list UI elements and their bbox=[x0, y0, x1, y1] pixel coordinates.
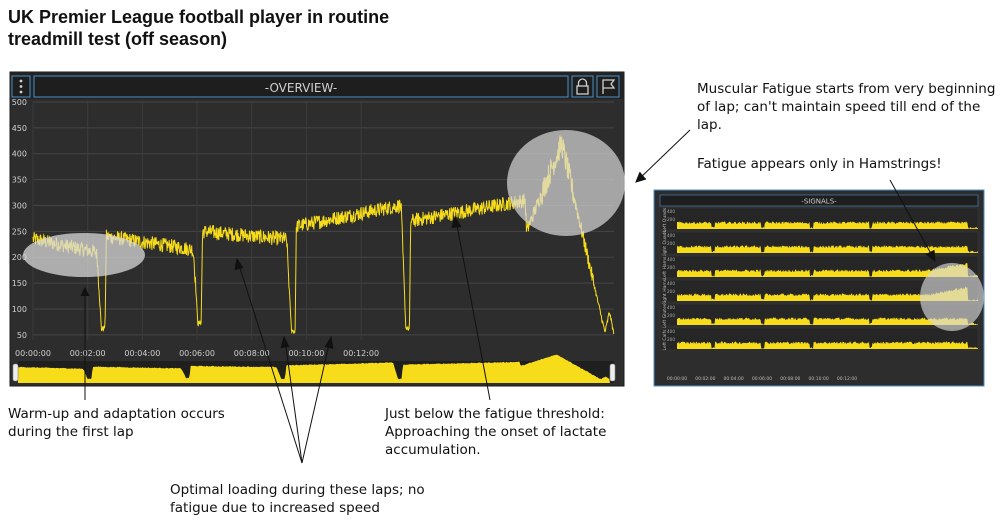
annotation-warmup: Warm-up and adaptation occurs during the… bbox=[8, 406, 225, 440]
signal-tick-label: 400 bbox=[667, 305, 675, 310]
annotation-optimal: Optimal loading during these laps; no fa… bbox=[170, 482, 425, 516]
x-tick-label: 00:12:00 bbox=[343, 349, 379, 358]
signal-x-tick-label: 00:02:00 bbox=[695, 376, 715, 382]
y-tick-label: 500 bbox=[12, 98, 27, 107]
signal-tick-label: 400 bbox=[667, 329, 675, 334]
x-tick-label: 00:10:00 bbox=[288, 349, 324, 358]
signal-x-tick-label: 00:06:00 bbox=[752, 376, 772, 382]
signal-tick-label: 200 bbox=[667, 217, 675, 222]
signals-x-axis: 00:00:00 00:02:00 00:04:00 00:06:00 00:08:00… bbox=[667, 376, 857, 382]
signal-tick-label: 400 bbox=[667, 233, 675, 238]
lock-button[interactable] bbox=[571, 75, 594, 98]
x-tick-label: 00:02:00 bbox=[70, 349, 106, 358]
x-tick-label: 00:08:00 bbox=[234, 349, 270, 358]
signal-x-tick-label: 00:10:00 bbox=[809, 376, 829, 382]
x-tick-label: 00:04:00 bbox=[124, 349, 160, 358]
signal-tick-label: 400 bbox=[667, 257, 675, 262]
signal-tick-label: 200 bbox=[667, 337, 675, 342]
signal-row: Left Quads 400200 bbox=[659, 207, 979, 232]
signal-tick-label: 200 bbox=[667, 265, 675, 270]
annotation-threshold: Just below the fatigue threshold: Approa… bbox=[385, 406, 607, 458]
signal-tick-label: 200 bbox=[667, 313, 675, 318]
warmup-highlight bbox=[23, 233, 145, 277]
signal-tick-label: 200 bbox=[667, 241, 675, 246]
signal-tick-label: 400 bbox=[667, 281, 675, 286]
signal-row: Left Calfs 400200 bbox=[659, 327, 979, 350]
annotation-muscular: Muscular Fatigue starts from very beginn… bbox=[697, 81, 996, 133]
x-tick-label: 00:06:00 bbox=[179, 349, 215, 358]
fatigue-highlight bbox=[507, 130, 625, 236]
signal-x-tick-label: 00:12:00 bbox=[837, 376, 857, 382]
y-tick-label: 150 bbox=[12, 279, 27, 288]
navigator-handle-left[interactable] bbox=[12, 363, 19, 382]
menu-button[interactable] bbox=[11, 75, 31, 98]
y-tick-label: 450 bbox=[12, 124, 27, 133]
x-tick-label: 00:00:00 bbox=[15, 349, 51, 358]
annotation-hamstrings: Fatigue appears only in Hamstrings! bbox=[697, 156, 942, 172]
y-tick-label: 100 bbox=[12, 305, 27, 314]
y-tick-label: 300 bbox=[12, 201, 27, 210]
y-tick-label: 50 bbox=[17, 331, 27, 340]
arrow-muscular bbox=[637, 129, 691, 181]
navigator-handle-right[interactable] bbox=[609, 363, 616, 382]
overview-panel bbox=[9, 71, 625, 387]
y-tick-label: 400 bbox=[12, 150, 27, 159]
overview-title: -OVERVIEW- bbox=[265, 81, 337, 95]
signal-x-tick-label: 00:04:00 bbox=[724, 376, 744, 382]
y-tick-label: 350 bbox=[12, 176, 27, 185]
signal-x-tick-label: 00:00:00 bbox=[667, 376, 687, 382]
flag-button[interactable] bbox=[596, 75, 620, 98]
y-tick-label: 250 bbox=[12, 227, 27, 236]
vertical-dots-icon bbox=[19, 79, 23, 94]
signal-tick-label: 400 bbox=[667, 209, 675, 214]
signal-x-tick-label: 00:08:00 bbox=[780, 376, 800, 382]
hamstring-highlight bbox=[920, 263, 984, 331]
signals-title: -SIGNALS- bbox=[801, 198, 837, 206]
signal-tick-label: 200 bbox=[667, 289, 675, 294]
